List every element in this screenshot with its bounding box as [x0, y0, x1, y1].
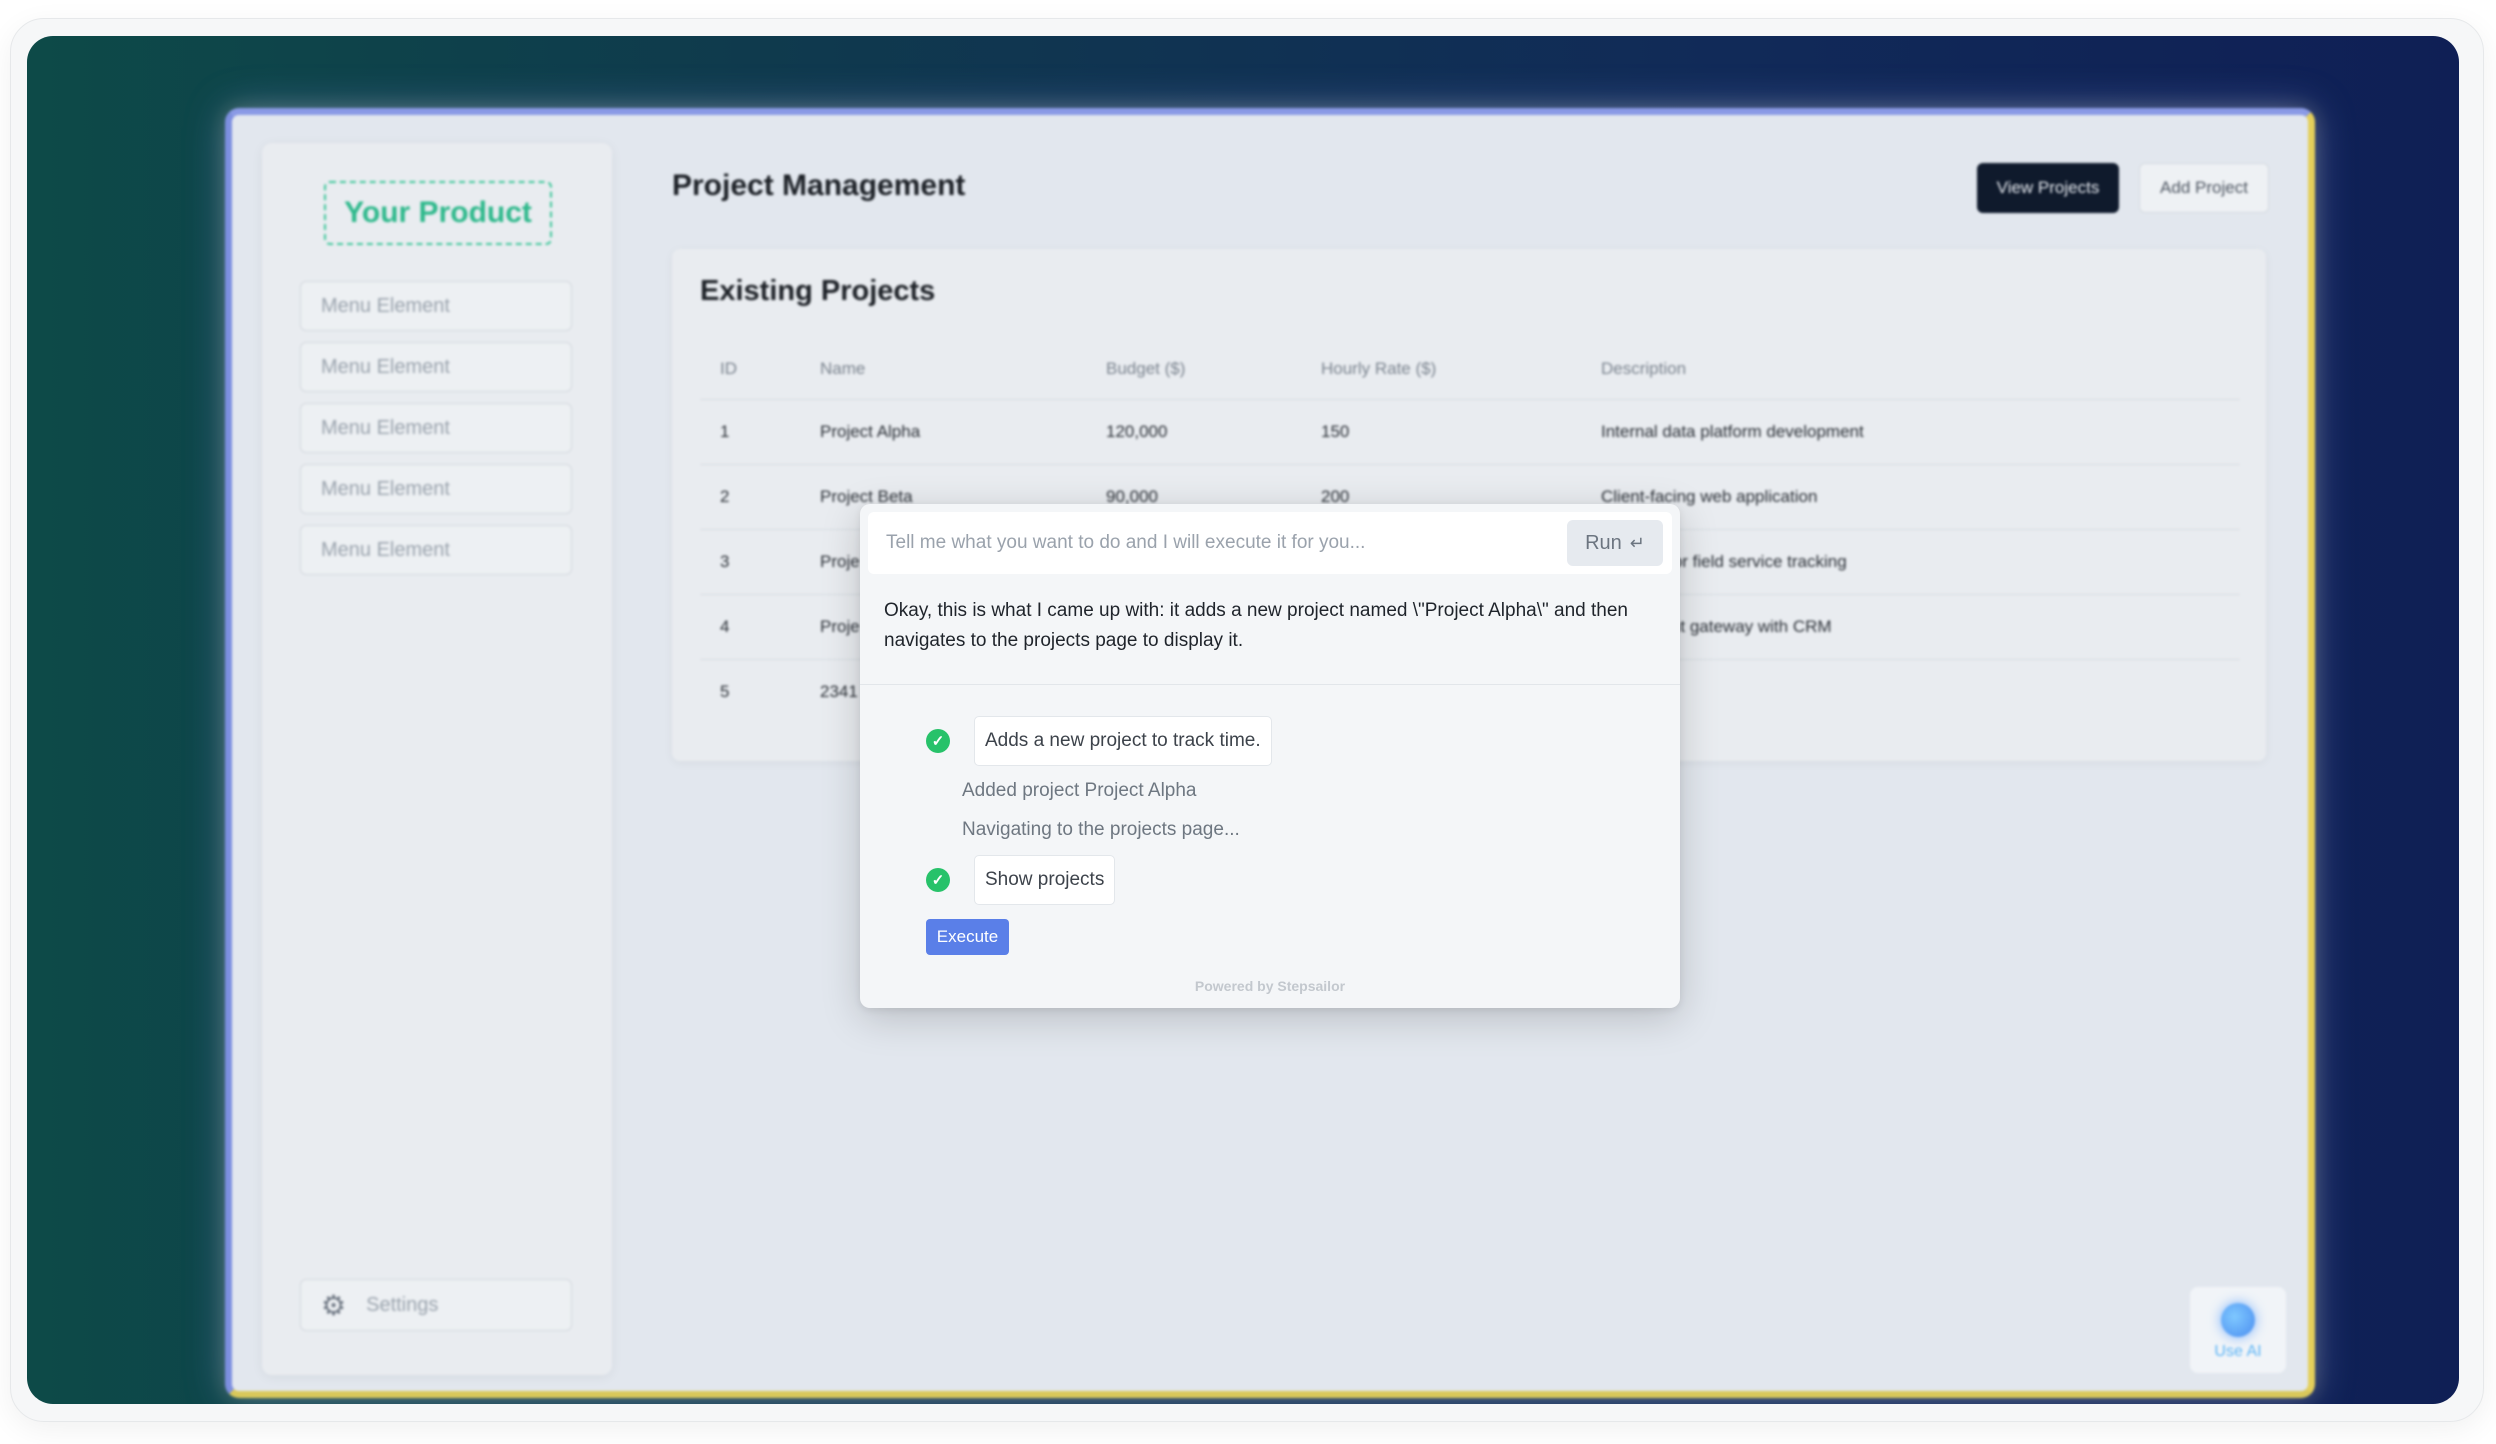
- menu-item-1[interactable]: Menu Element: [300, 281, 572, 331]
- assistant-response: Okay, this is what I came up with: it ad…: [884, 600, 1628, 651]
- ai-orb-icon: [2221, 1303, 2255, 1337]
- product-logo: Your Product: [324, 181, 552, 245]
- step-log: Navigating to the projects page...: [962, 819, 1240, 840]
- check-circle-icon: ✓: [926, 868, 950, 892]
- divider: [860, 684, 1680, 685]
- background-gradient: Your Product Menu Element Menu Element M…: [27, 36, 2459, 1404]
- cell-id: 4: [700, 594, 800, 660]
- step-label[interactable]: Show projects: [974, 855, 1116, 905]
- gear-icon: ⚙: [321, 1289, 347, 1321]
- table-row: 1 Project Alpha 120,000 150 Internal dat…: [700, 399, 2240, 465]
- cell-id: 5: [720, 681, 730, 701]
- view-projects-button[interactable]: View Projects: [1977, 163, 2119, 213]
- column-header-rate: Hourly Rate ($): [1301, 339, 1581, 400]
- cell-budget: 120,000: [1086, 399, 1301, 465]
- menu-item-5[interactable]: Menu Element: [300, 525, 572, 575]
- powered-by-footer: Powered by Stepsailor: [1194, 978, 1346, 994]
- settings-button[interactable]: ⚙ Settings: [300, 1279, 572, 1331]
- assistant-panel: Run ↵ Okay, this is what I came up with:…: [860, 504, 1680, 1008]
- step-label[interactable]: Adds a new project to track time.: [974, 716, 1272, 766]
- cell-name: Project Alpha: [800, 399, 1086, 465]
- menu-list: Menu Element Menu Element Menu Element M…: [300, 281, 572, 586]
- run-label: Run: [1585, 531, 1622, 554]
- run-button[interactable]: Run ↵: [1567, 520, 1663, 566]
- step-item: ✓ Adds a new project to track time.: [926, 716, 1272, 766]
- column-header-name: Name: [800, 339, 1086, 400]
- cell-id: 2: [700, 464, 800, 530]
- menu-item-3[interactable]: Menu Element: [300, 403, 572, 453]
- column-header-description: Description: [1581, 339, 2240, 400]
- step-item: ✓ Show projects: [926, 855, 1116, 905]
- use-ai-button[interactable]: Use AI: [2190, 1287, 2286, 1373]
- step-log: Added project Project Alpha: [962, 780, 1197, 801]
- add-project-button[interactable]: Add Project: [2139, 163, 2269, 213]
- card-title: Existing Projects: [700, 275, 936, 307]
- column-header-budget: Budget ($): [1086, 339, 1301, 400]
- cell-id: 1: [700, 399, 800, 465]
- command-bar: Run ↵: [868, 512, 1672, 574]
- sidebar: Your Product Menu Element Menu Element M…: [262, 143, 612, 1375]
- table-header-row: ID Name Budget ($) Hourly Rate ($) Descr…: [700, 339, 2240, 400]
- cell-description: Internal data platform development: [1581, 399, 2240, 465]
- settings-label: Settings: [366, 1293, 439, 1316]
- cell-rate: 150: [1301, 399, 1581, 465]
- execute-button[interactable]: Execute: [926, 919, 1009, 955]
- command-input[interactable]: [876, 520, 1556, 566]
- enter-icon: ↵: [1629, 532, 1645, 553]
- menu-item-4[interactable]: Menu Element: [300, 464, 572, 514]
- menu-item-2[interactable]: Menu Element: [300, 342, 572, 392]
- check-circle-icon: ✓: [926, 729, 950, 753]
- cell-id: 3: [700, 529, 800, 595]
- page-title: Project Management: [672, 169, 966, 202]
- column-header-id: ID: [700, 339, 800, 400]
- use-ai-label: Use AI: [2214, 1343, 2262, 1360]
